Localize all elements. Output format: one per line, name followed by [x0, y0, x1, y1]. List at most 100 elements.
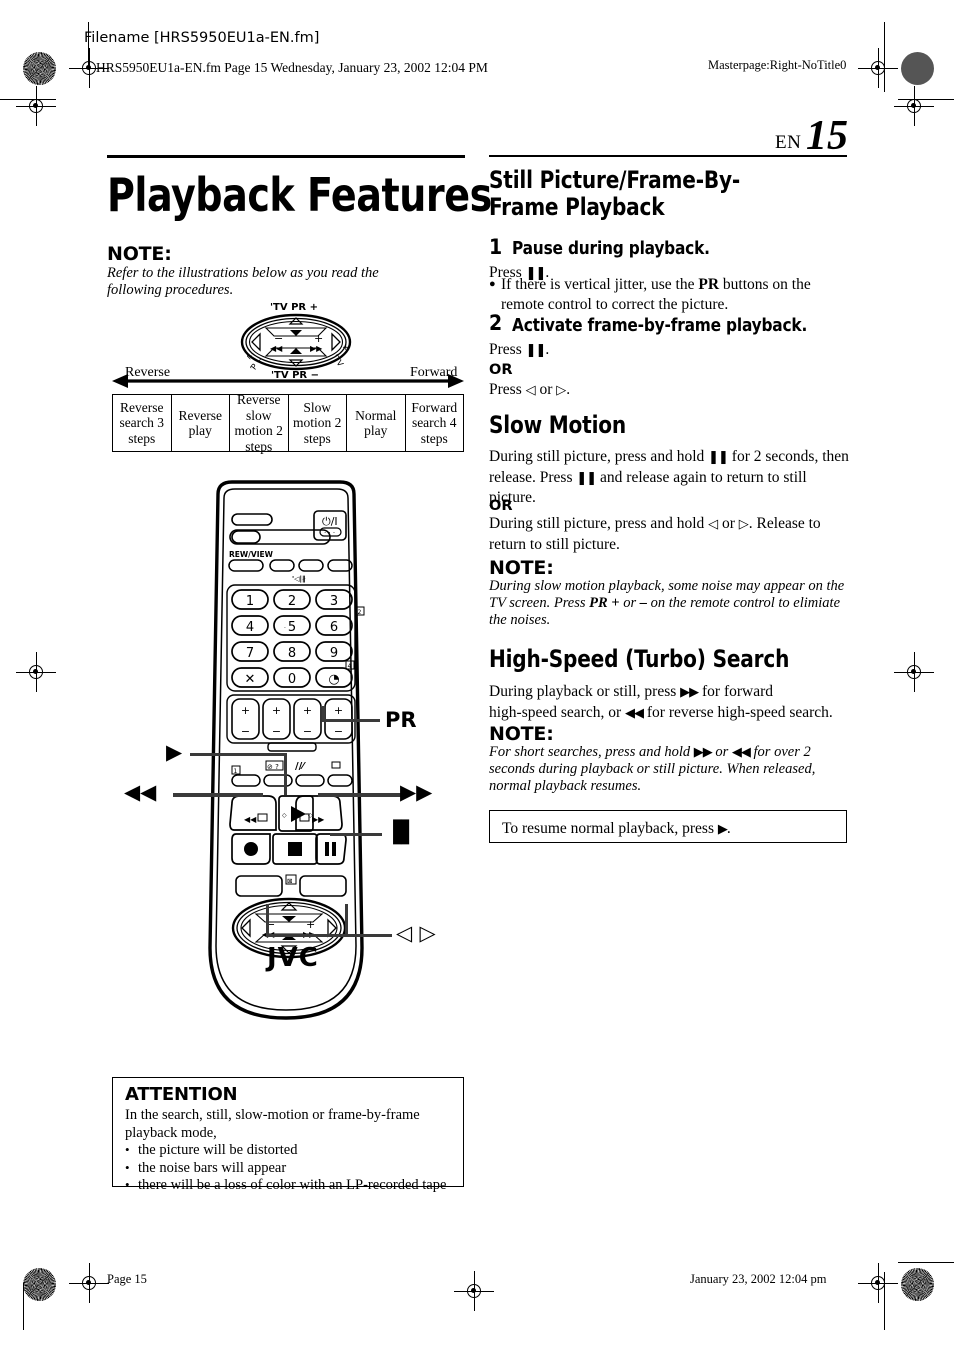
section-heading-still-picture: Still Picture/Frame-By-Frame Playback — [489, 166, 741, 221]
leader-line-pr — [322, 719, 380, 722]
trim-line-right-top — [884, 22, 886, 92]
section-heading-slow-motion: Slow Motion — [489, 411, 626, 439]
step-number-2: 2 — [489, 311, 503, 335]
header-masterpage: Masterpage:Right-NoTitle0 — [708, 58, 847, 72]
svg-text:7: 7 — [246, 646, 254, 661]
footer-page-label: Page 15 — [107, 1272, 147, 1286]
attention-title: ATTENTION — [125, 1084, 238, 1105]
header-file-info: HRS5950EU1a-EN.fm Page 15 Wednesday, Jan… — [96, 60, 488, 75]
svg-text:◔: ◔ — [328, 672, 339, 687]
registration-mark-middle-right — [894, 652, 934, 692]
leader-stub-play — [284, 753, 287, 795]
slow-motion-note-heading: NOTE: — [489, 557, 554, 579]
svg-text:⊘ ?: ⊘ ? — [267, 763, 279, 771]
section-heading-high-speed-search: High-Speed (Turbo) Search — [489, 645, 790, 673]
step-2-lines: Press ❚❚. OR Press ◁ or ▷. — [489, 341, 571, 398]
svg-text:0: 0 — [288, 672, 296, 687]
callout-pr: PR — [385, 708, 417, 732]
table-cell: Reverse search 3 steps — [113, 395, 172, 451]
svg-text:6: 6 — [330, 620, 338, 635]
table-cell: Reverse play — [172, 395, 230, 451]
resume-playback-box: To resume normal playback, press ▶. — [489, 810, 847, 843]
direction-axis-arrow — [112, 373, 464, 394]
attention-body: In the search, still, slow-motion or fra… — [125, 1107, 470, 1195]
print-gradation-circle-top-right — [901, 52, 934, 85]
step-title-1: Pause during playback. — [512, 238, 710, 259]
callout-rewind: ◀◀ — [124, 780, 157, 804]
attention-intro: In the search, still, slow-motion or fra… — [125, 1107, 420, 1141]
svg-text:−: − — [334, 725, 343, 738]
registration-mark-middle-left — [16, 652, 56, 692]
page-number: 15 — [806, 113, 848, 159]
dpad-diagram: − + ◀◀ ▶▶ 'TV PR + 'TV PR − + ʌ ʼ Ƥ − 'T… — [230, 298, 362, 381]
callout-play: ▶ — [166, 740, 183, 764]
svg-text:4: 4 — [246, 620, 254, 635]
svg-text:'◁|∦: '◁|∦ — [292, 575, 306, 584]
leader-stub-left-arrow — [266, 904, 269, 937]
svg-text:·: · — [284, 625, 286, 632]
header-rule-left — [107, 155, 465, 159]
svg-text:−: − — [241, 725, 250, 738]
registration-mark-bottom-center — [454, 1271, 494, 1311]
print-gradation-circle-bottom-left — [23, 1268, 56, 1301]
svg-text:3: 3 — [330, 594, 338, 609]
registration-mark-bottom-left — [69, 1263, 109, 1303]
registration-mark-corner-top-right — [894, 86, 934, 126]
svg-text:+: + — [272, 704, 281, 717]
svg-text:▶▶: ▶▶ — [312, 815, 325, 824]
leader-line-play — [190, 753, 287, 756]
attention-bullet: there will be a loss of color with an LP… — [125, 1176, 470, 1195]
svg-text:1: 1 — [234, 768, 238, 775]
slow-motion-paragraph-1: During still picture, press and hold ❚❚ … — [489, 448, 849, 506]
step-number-1: 1 — [489, 235, 503, 259]
svg-text:+: + — [334, 704, 343, 717]
svg-text:+: + — [241, 704, 250, 717]
svg-text:◀◀: ◀◀ — [270, 344, 283, 353]
svg-text:2: 2 — [358, 609, 362, 616]
print-gradation-circle-bottom-right — [901, 1268, 934, 1301]
svg-text:✕: ✕ — [245, 672, 256, 687]
resume-playback-text: To resume normal playback, press ▶. — [502, 820, 731, 837]
callout-forward: ▶▶ — [400, 780, 433, 804]
registration-mark-bottom-right — [858, 1263, 898, 1303]
callout-left-right: ◁ ▷ — [396, 921, 436, 945]
print-gradation-circle-top-left — [23, 52, 56, 85]
left-note-heading: NOTE: — [107, 243, 172, 265]
svg-text:▶▶: ▶▶ — [310, 344, 323, 353]
leader-line-pause — [330, 833, 382, 836]
slow-motion-note-body: During slow motion playback, some noise … — [489, 578, 845, 628]
registration-mark-corner-top-left — [16, 86, 56, 126]
svg-text:REW/VIEW: REW/VIEW — [229, 550, 274, 559]
leader-line-leftright — [266, 934, 392, 937]
header-rule-right — [489, 155, 847, 158]
attention-box: ATTENTION In the search, still, slow-mot… — [112, 1077, 464, 1193]
footer-date-label: January 23, 2002 12:04 pm — [690, 1272, 827, 1286]
step-1-bullet: ● If there is vertical jitter, use the P… — [489, 276, 811, 313]
leader-line-rewind — [173, 793, 263, 797]
svg-text:· · ·: · · · — [324, 529, 335, 537]
page-title: Playback Features — [107, 168, 492, 222]
playback-direction-table: Reverse search 3 steps Reverse play Reve… — [112, 392, 464, 454]
svg-text:9: 9 — [330, 646, 338, 661]
registration-mark-top-right — [858, 48, 898, 88]
table-cell: Forward search 4 steps — [411, 399, 458, 446]
svg-text:◇: ◇ — [282, 812, 287, 819]
trim-line-right-bottom — [884, 1272, 886, 1330]
high-speed-note-body: For short searches, press and hold ▶▶ or… — [489, 744, 816, 794]
header-filename: Filename [HRS5950EU1a-EN.fm] — [84, 30, 320, 46]
step-title-2: Activate frame-by-frame playback. — [512, 315, 808, 336]
remote-brand-logo: JVC — [267, 943, 319, 973]
svg-text:4: 4 — [348, 663, 352, 670]
leader-stub-pr — [322, 706, 325, 721]
crop-line-top-right — [898, 99, 954, 101]
attention-bullet: the noise bars will appear — [125, 1159, 470, 1178]
svg-text:1: 1 — [246, 594, 254, 609]
svg-text:⊠: ⊠ — [287, 877, 292, 885]
table-cell: Normal play — [347, 395, 406, 451]
callout-pause: ▐▌ — [385, 820, 418, 844]
svg-text:'TV PR +: 'TV PR + — [270, 302, 318, 313]
svg-text:◀◀: ◀◀ — [244, 815, 257, 824]
high-speed-note-heading: NOTE: — [489, 723, 554, 745]
svg-text:⏻/I: ⏻/I — [322, 515, 338, 528]
table-cell: Slow motion 2 steps — [289, 395, 347, 451]
